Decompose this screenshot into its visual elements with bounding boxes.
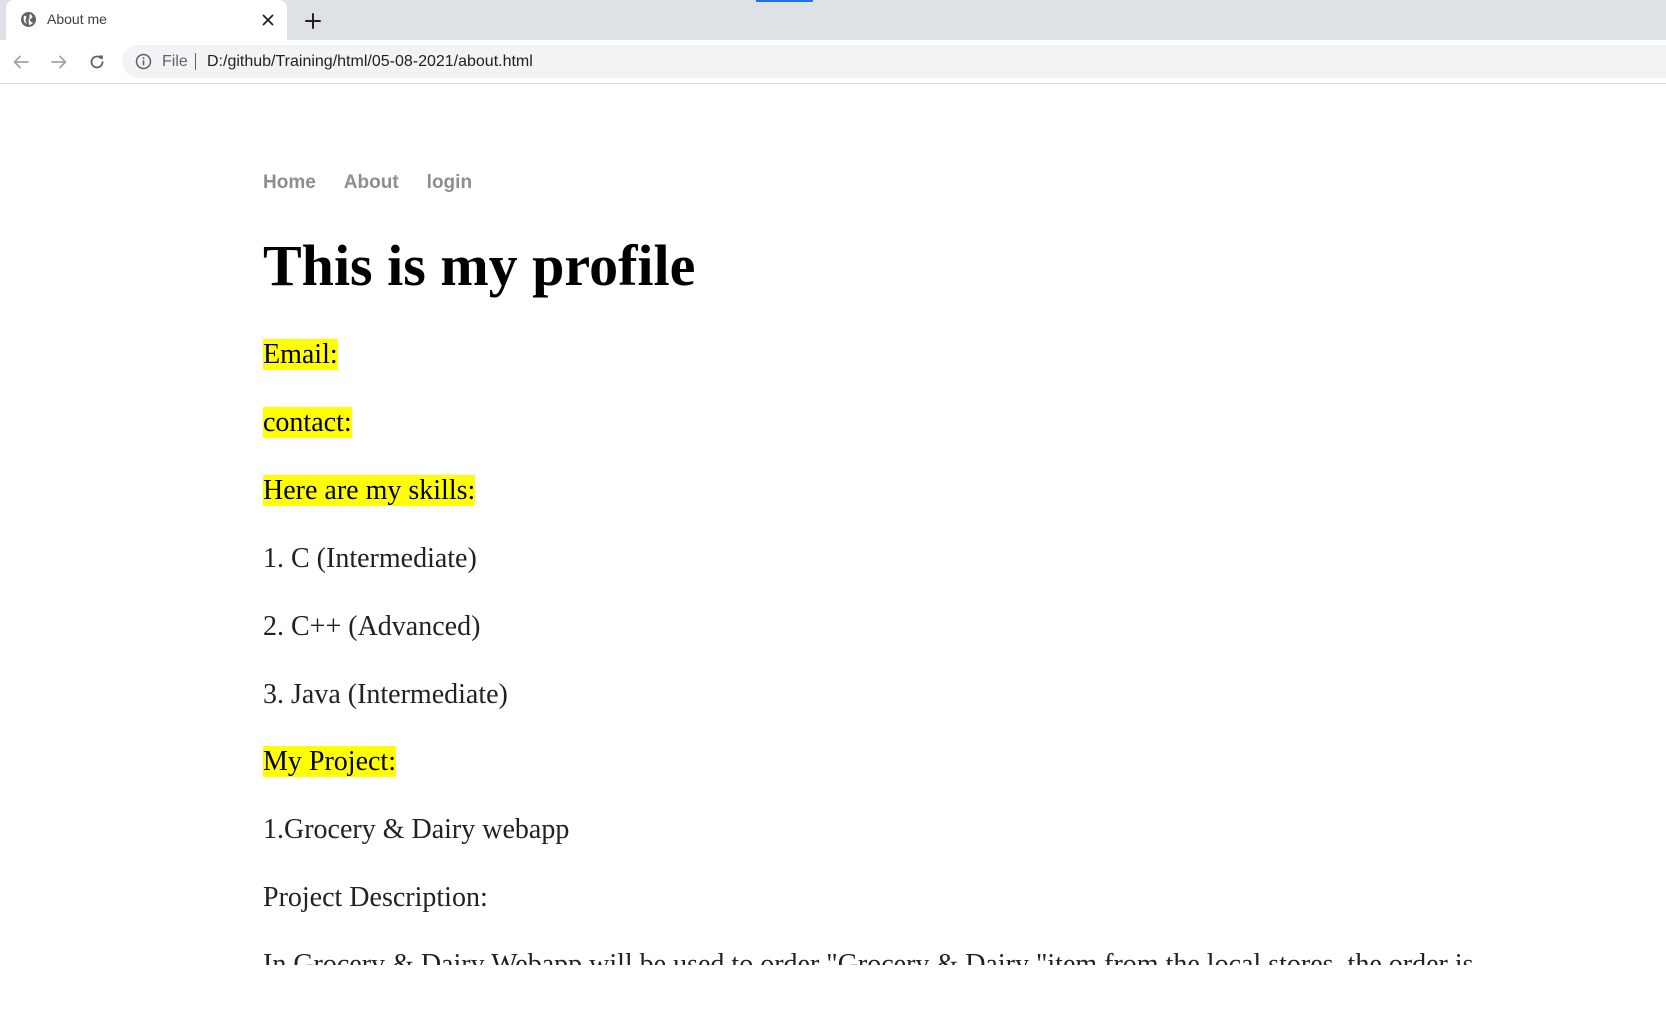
back-arrow-icon[interactable] (7, 48, 35, 76)
tab-title: About me (47, 11, 107, 27)
viewport-bottom-cutoff (0, 965, 1666, 1025)
page-title: This is my profile (263, 233, 696, 298)
info-icon[interactable] (135, 53, 152, 70)
nav-link-about[interactable]: About (344, 172, 399, 194)
reload-icon[interactable] (83, 48, 111, 76)
skill-item: 1. C (Intermediate) (263, 543, 477, 574)
nav-link-login[interactable]: login (427, 172, 472, 194)
url-scheme-label: File (162, 53, 188, 70)
project-name: 1.Grocery & Dairy webapp (263, 814, 570, 845)
contact-label: contact: (263, 407, 352, 438)
email-paragraph: Email: (263, 339, 338, 371)
tab-strip: About me (0, 0, 1666, 40)
skill-item: 2. C++ (Advanced) (263, 611, 481, 642)
globe-icon (20, 11, 37, 28)
page-content: Home About login This is my profile Emai… (263, 84, 1663, 980)
skill-item: 3. Java (Intermediate) (263, 679, 508, 710)
contact-paragraph: contact: (263, 407, 352, 439)
url-text[interactable]: D:/github/Training/html/05-08-2021/about… (207, 53, 533, 71)
skills-paragraph: Here are my skills: (263, 475, 476, 507)
site-nav: Home About login (263, 172, 472, 194)
project-paragraph: My Project: (263, 746, 396, 778)
email-label: Email: (263, 339, 338, 370)
browser-toolbar: File D:/github/Training/html/05-08-2021/… (0, 40, 1666, 84)
active-tab[interactable]: About me (6, 0, 287, 40)
url-divider (195, 53, 196, 70)
skills-label: Here are my skills: (263, 475, 476, 506)
project-description-label: Project Description: (263, 882, 488, 913)
close-icon[interactable] (258, 10, 278, 30)
address-bar[interactable]: File D:/github/Training/html/05-08-2021/… (122, 45, 1666, 78)
project-label: My Project: (263, 746, 396, 777)
nav-link-home[interactable]: Home (263, 172, 316, 194)
tab-accent-bar (756, 0, 813, 2)
new-tab-plus-icon[interactable] (300, 8, 326, 34)
forward-arrow-icon[interactable] (45, 48, 73, 76)
